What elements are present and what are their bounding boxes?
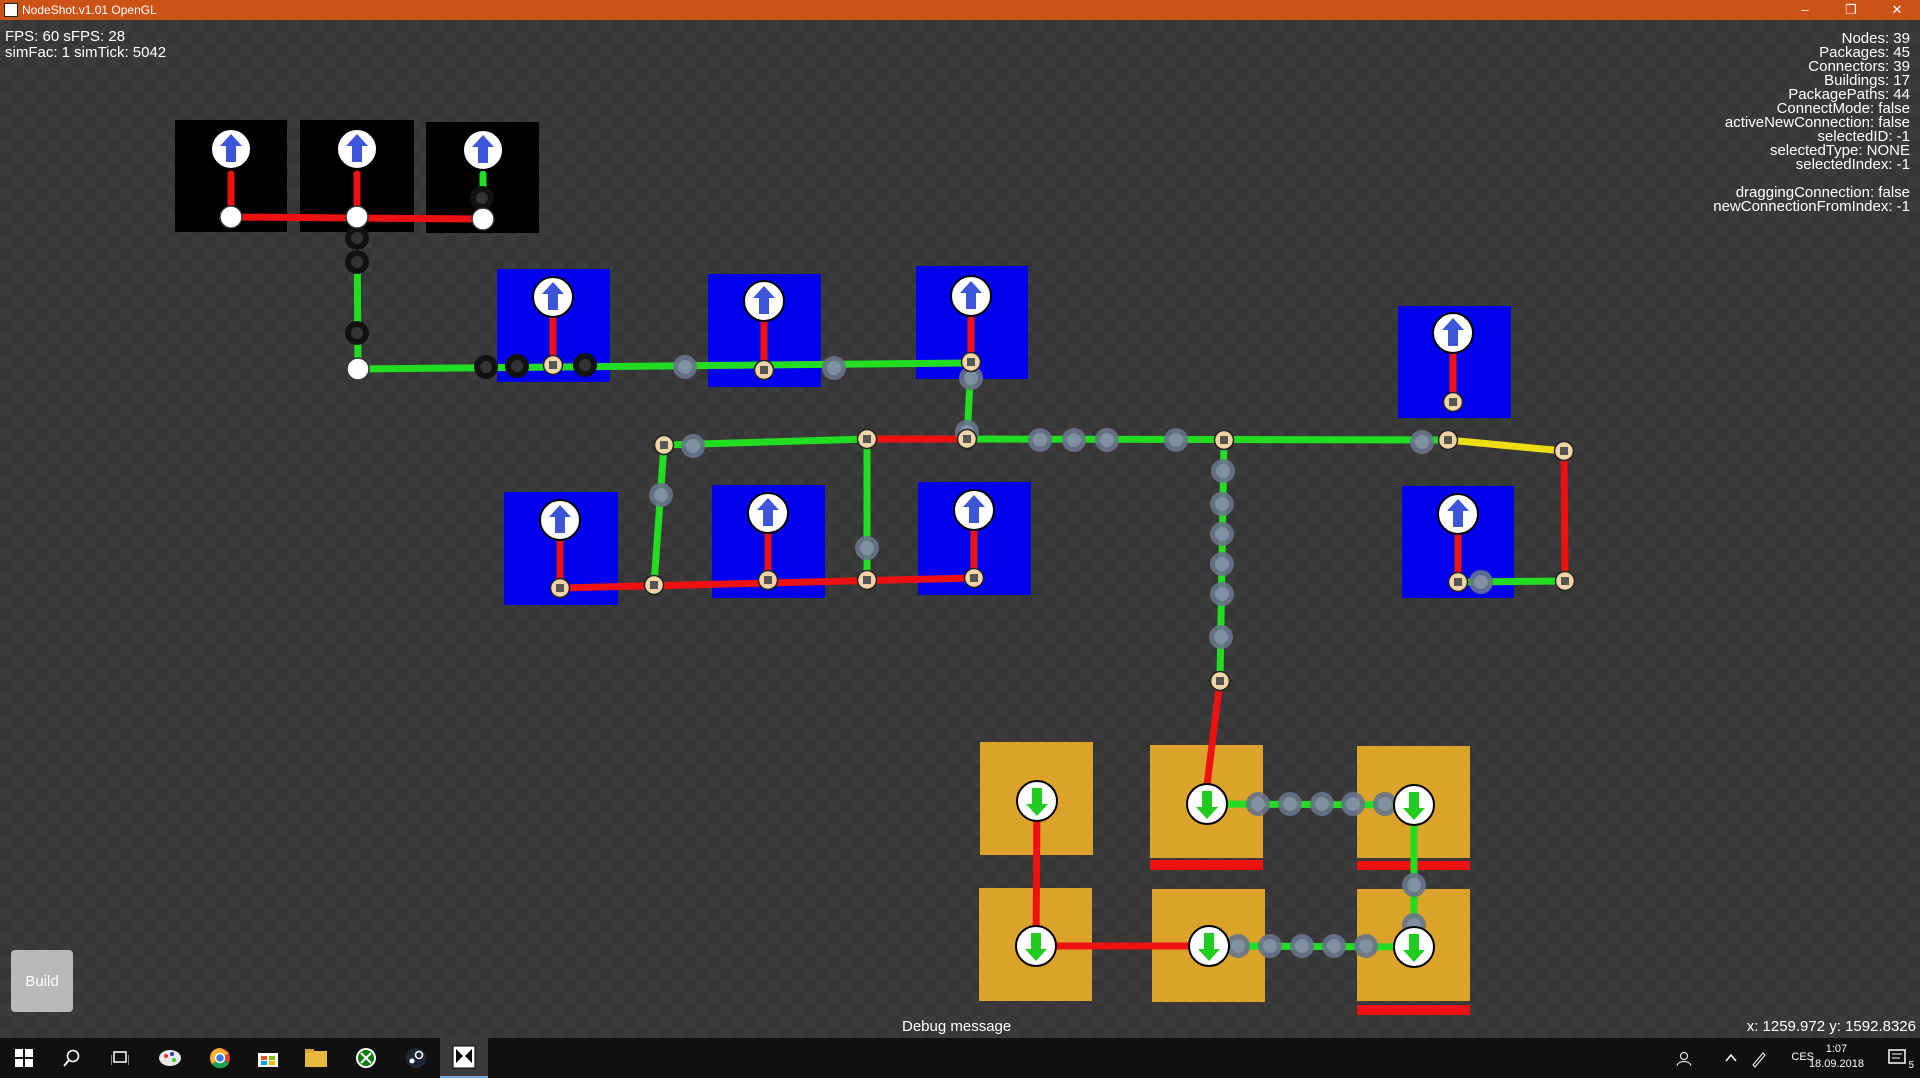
building-icons [210,128,1479,968]
perf-stats: FPS: 60 sFPS: 28 simFac: 1 simTick: 5042 [5,29,166,61]
junction-node [1442,391,1464,413]
sim-readout: simFac: 1 simTick: 5042 [5,44,167,61]
down-arrow-icon [1393,926,1435,968]
up-arrow-icon [210,128,252,170]
debug-stats: Nodes: 39 Packages: 45 Connectors: 39 Bu… [1713,31,1910,215]
steam-icon[interactable] [392,1038,440,1078]
junction-node [1553,440,1575,462]
clock-time: 1:07 [1825,1043,1848,1055]
down-arrow-icon [1188,925,1230,967]
up-arrow-icon [950,275,992,317]
task-view-icon[interactable] [96,1038,144,1078]
white-node [345,205,369,229]
building-status-bar [1150,860,1263,870]
junction-node [1447,571,1469,593]
notification-icon[interactable]: 5 [1888,1048,1914,1071]
junction-node [549,577,571,599]
clock-date: 18.09.2018 [1808,1058,1864,1070]
store-icon[interactable] [244,1038,292,1078]
white-node [219,205,243,229]
nodeshot-app-icon[interactable] [440,1038,488,1078]
build-button[interactable]: Build [11,950,73,1012]
down-arrow-icon [1015,925,1057,967]
search-icon[interactable] [48,1038,96,1078]
up-arrow-icon [1437,493,1479,535]
junction-node [856,428,878,450]
selected-index: selectedIndex: -1 [1795,156,1910,173]
chevron-up-icon[interactable] [1724,1052,1738,1064]
junction-node [1437,429,1459,451]
up-arrow-icon [532,276,574,318]
new-connection-from-index: newConnectionFromIndex: -1 [1713,198,1910,215]
down-arrow-icon [1393,784,1435,826]
clock[interactable]: 1:07 18.09.2018 [1809,1042,1864,1072]
white-node [346,357,370,381]
junction-node [963,567,985,589]
debug-message: Debug message [902,1018,1012,1035]
junction-node [856,569,878,591]
fps-readout: FPS: 60 sFPS: 28 [5,28,126,45]
xbox-icon[interactable] [342,1038,390,1078]
junction-node [542,354,564,376]
junction-node [757,569,779,591]
junction-node [643,574,665,596]
nodes[interactable] [219,205,1576,692]
junction-node [960,351,982,373]
building-status-bar [1357,1005,1470,1015]
people-icon[interactable] [1676,1051,1692,1067]
chrome-icon[interactable] [196,1038,244,1078]
up-arrow-icon [1432,312,1474,354]
pen-workspace-icon[interactable] [1750,1050,1768,1068]
taskbar: CES 1:07 18.09.2018 5 [0,1038,1920,1078]
windows-start-icon[interactable] [0,1038,48,1078]
up-arrow-icon [336,128,378,170]
cursor-coordinates: x: 1259.972 y: 1592.8326 [1746,1018,1916,1035]
paint-icon[interactable] [146,1038,194,1078]
junction-node [1209,670,1231,692]
up-arrow-icon [539,499,581,541]
junction-node [753,359,775,381]
up-arrow-icon [747,492,789,534]
up-arrow-icon [953,489,995,531]
node-graph[interactable] [0,0,1920,1078]
file-explorer-icon[interactable] [292,1038,340,1078]
notification-count: 5 [1908,1060,1914,1071]
junction-node [1213,429,1235,451]
junction-node [1554,570,1576,592]
down-arrow-icon [1016,780,1058,822]
down-arrow-icon [1186,783,1228,825]
white-node [471,207,495,231]
junction-node [956,428,978,450]
up-arrow-icon [462,129,504,171]
junction-node [653,434,675,456]
up-arrow-icon [743,280,785,322]
